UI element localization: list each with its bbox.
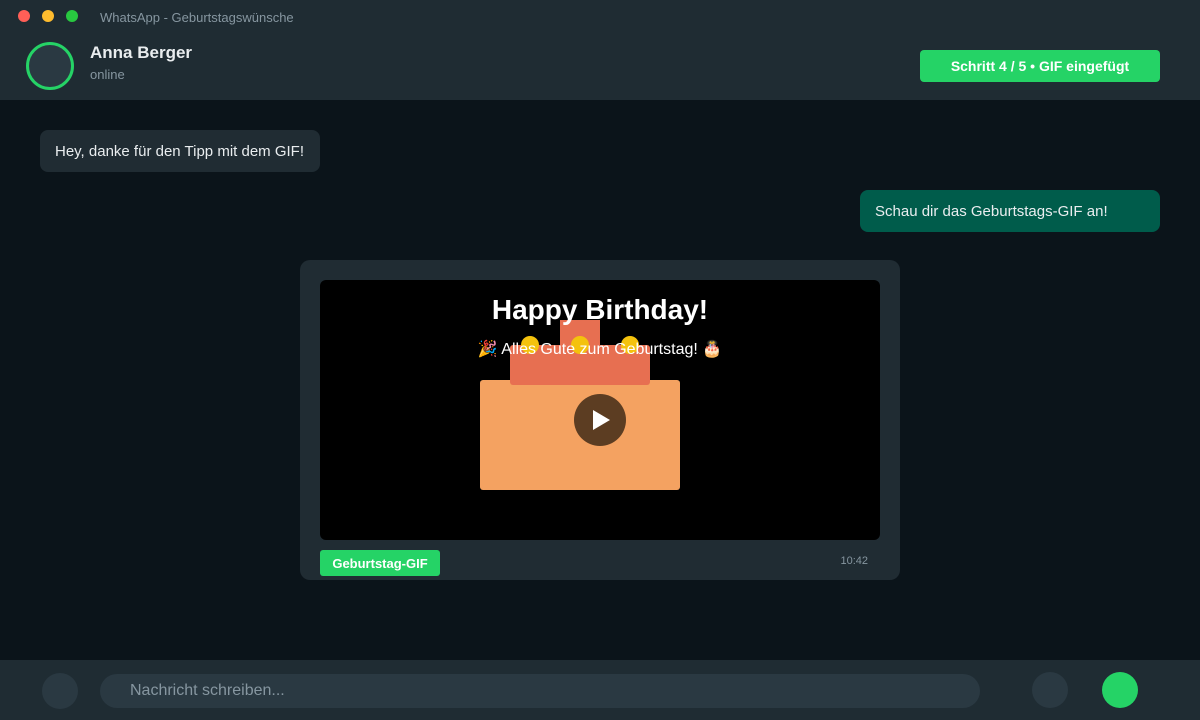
message-text: Schau dir das Geburtstags-GIF an! <box>875 202 1108 220</box>
gif-message-card[interactable]: Happy Birthday! 🎉 Alles Gute zum Geburts… <box>300 260 900 580</box>
attach-button[interactable] <box>1032 672 1068 708</box>
message-composer <box>0 660 1200 720</box>
avatar[interactable] <box>26 42 74 90</box>
step-progress-badge: Schritt 4 / 5 • GIF eingefügt <box>920 50 1160 82</box>
app-window: WhatsApp - Geburtstagswünsche Anna Berge… <box>0 0 1200 720</box>
gif-subtitle: 🎉 Alles Gute zum Geburtstag! 🎂 <box>477 341 723 358</box>
contact-name[interactable]: Anna Berger <box>90 43 192 63</box>
send-button[interactable] <box>1102 672 1138 708</box>
message-text: Hey, danke für den Tipp mit dem GIF! <box>55 142 304 160</box>
play-button[interactable] <box>574 394 626 446</box>
message-bubble-outgoing[interactable]: Schau dir das Geburtstags-GIF an! <box>860 190 1160 232</box>
gif-heading: Happy Birthday! <box>491 294 709 325</box>
close-window-button[interactable] <box>18 10 30 22</box>
play-icon <box>593 410 610 430</box>
message-bubble-incoming[interactable]: Hey, danke für den Tipp mit dem GIF! <box>40 130 320 172</box>
emoji-button[interactable] <box>42 673 78 709</box>
gif-preview[interactable]: Happy Birthday! 🎉 Alles Gute zum Geburts… <box>320 280 880 540</box>
contact-status: online <box>90 67 125 82</box>
message-input[interactable] <box>100 674 980 708</box>
minimize-window-button[interactable] <box>42 10 54 22</box>
chat-header: WhatsApp - Geburtstagswünsche Anna Berge… <box>0 0 1200 100</box>
maximize-window-button[interactable] <box>66 10 78 22</box>
window-title: WhatsApp - Geburtstagswünsche <box>100 10 294 25</box>
message-timestamp: 10:42 <box>840 555 868 567</box>
gif-tag-badge: Geburtstag-GIF <box>320 550 440 576</box>
